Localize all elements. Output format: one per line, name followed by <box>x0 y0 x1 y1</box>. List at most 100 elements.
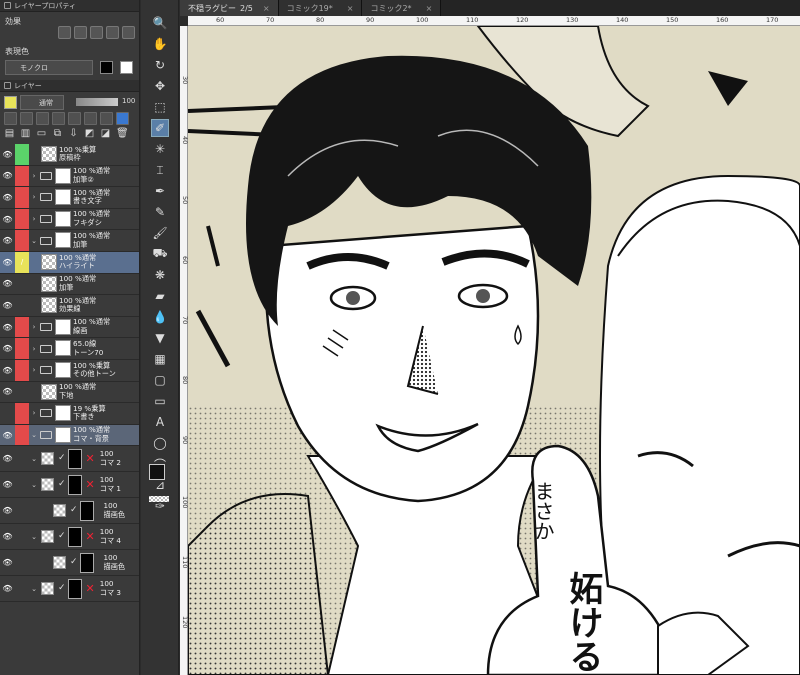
text-icon[interactable]: A <box>151 413 169 431</box>
frame-layer-row[interactable]: 👁 ✓ 100 描画色 <box>0 550 139 577</box>
layer-color-tag[interactable] <box>15 187 29 208</box>
layer-color-tag[interactable] <box>15 424 29 446</box>
pencil-icon[interactable]: ✎ <box>151 203 169 221</box>
ruler-icon[interactable] <box>100 112 113 125</box>
layer-color-tag[interactable] <box>15 524 29 550</box>
auto-select-icon[interactable]: ✳ <box>151 140 169 158</box>
chevron-right-icon[interactable]: › <box>29 166 39 187</box>
eye-icon[interactable]: 👁 <box>0 382 15 403</box>
chevron-down-icon[interactable]: ⌄ <box>29 230 39 251</box>
effect-tone-button[interactable] <box>74 26 87 39</box>
draft-layer-icon[interactable] <box>52 112 65 125</box>
ruler-off-icon[interactable]: ✕ <box>86 582 95 601</box>
layer-color-tag[interactable] <box>15 273 29 295</box>
frame-layer-row[interactable]: 👁 ⌄ ✓ ✕ 100 コマ 1 <box>0 472 139 499</box>
new-vector-layer-icon[interactable]: ▥ <box>20 128 31 139</box>
ruler-off-icon[interactable]: ✕ <box>86 452 95 471</box>
layer-color-tag[interactable] <box>15 403 29 424</box>
layer-color-tag[interactable] <box>15 165 29 187</box>
layer-color-tag[interactable] <box>15 472 29 498</box>
effect-border-button[interactable] <box>58 26 71 39</box>
layer-color-tag[interactable] <box>15 316 29 338</box>
layer-color-tag[interactable]: / <box>15 251 29 273</box>
frame-icon[interactable]: ▭ <box>151 392 169 410</box>
apply-mask-icon[interactable]: ◪ <box>100 128 111 139</box>
merge-down-icon[interactable]: ⇩ <box>68 128 79 139</box>
eye-icon[interactable]: 👁 <box>0 472 15 497</box>
layer-color-icon[interactable] <box>116 112 129 125</box>
decoration-icon[interactable]: ❋ <box>151 266 169 284</box>
eye-icon[interactable]: 👁 <box>0 338 15 359</box>
document-tab[interactable]: 不穏ラグビー 2/5 × <box>180 0 279 16</box>
layer-color-tag[interactable] <box>15 576 29 602</box>
layer-row[interactable]: 👁 ⌄ 100 %通常 加筆 <box>0 230 139 252</box>
canvas[interactable]: まさか 妬ける <box>188 26 800 675</box>
eye-icon[interactable]: 👁 <box>0 524 15 549</box>
gradient-icon[interactable]: ▦ <box>151 350 169 368</box>
close-icon[interactable]: × <box>263 4 270 13</box>
frame-layer-row[interactable]: 👁 ⌄ ✓ ✕ 100 コマ 3 <box>0 576 139 603</box>
document-tab[interactable]: コミック19* × <box>278 0 363 16</box>
layer-row[interactable]: 👁 100 %通常 加筆 <box>0 273 139 296</box>
move-icon[interactable]: ✥ <box>151 77 169 95</box>
eye-icon[interactable]: 👁 <box>0 187 15 208</box>
layer-row[interactable]: 👁/ 100 %通常 ハイライト <box>0 251 139 274</box>
add-mask-icon[interactable]: ◩ <box>84 128 95 139</box>
effect-color-button[interactable] <box>90 26 103 39</box>
layer-color-tag[interactable] <box>15 446 29 472</box>
document-tab[interactable]: コミック2* × <box>362 0 442 16</box>
copy-layer-icon[interactable]: ⧉ <box>52 128 63 139</box>
chevron-right-icon[interactable]: › <box>29 209 39 230</box>
layer-color-swatch[interactable] <box>4 96 17 109</box>
layer-row[interactable]: 👁 100 %通常 効果線 <box>0 295 139 317</box>
main-color-swatch[interactable] <box>149 464 165 480</box>
eraser-icon[interactable]: ▰ <box>151 287 169 305</box>
chevron-down-icon[interactable] <box>29 550 51 575</box>
display-color-black-swatch[interactable] <box>100 61 113 74</box>
mask-icon[interactable] <box>84 112 97 125</box>
eye-icon[interactable]: 👁 <box>0 295 15 316</box>
chevron-right-icon[interactable]: › <box>29 317 39 338</box>
display-color-select[interactable]: モノクロ <box>5 60 93 75</box>
rotate-icon[interactable]: ↻ <box>151 56 169 74</box>
ruler-off-icon[interactable]: ✕ <box>86 478 95 497</box>
layer-row[interactable]: 👁 › 100 %乗算 その他トーン <box>0 359 139 382</box>
lock-transparency-icon[interactable] <box>4 112 17 125</box>
selection-icon[interactable]: ⬚ <box>151 98 169 116</box>
chevron-down-icon[interactable]: ⌄ <box>29 576 39 601</box>
blend-icon[interactable]: 💧 <box>151 308 169 326</box>
eye-icon[interactable]: 👁 <box>0 252 15 273</box>
delete-layer-icon[interactable]: 🗑 <box>116 128 129 139</box>
layer-color-tag[interactable] <box>15 381 29 403</box>
new-folder-icon[interactable]: ▭ <box>36 128 47 139</box>
eye-icon[interactable]: 👁 <box>0 230 15 251</box>
figure-icon[interactable]: ▢ <box>151 371 169 389</box>
layer-color-tag[interactable] <box>15 359 29 381</box>
layer-row[interactable]: 👁 › 100 %通常 書き文字 <box>0 187 139 209</box>
layer-color-tag[interactable] <box>15 144 29 165</box>
zoom-icon[interactable]: 🔍 <box>151 14 169 32</box>
lock-layer-icon[interactable] <box>68 112 81 125</box>
eye-icon[interactable]: 👁 <box>0 274 15 295</box>
clip-layer-icon[interactable] <box>20 112 33 125</box>
chevron-down-icon[interactable]: ⌄ <box>29 425 39 446</box>
ruler-off-icon[interactable]: ✕ <box>86 530 95 549</box>
display-color-white-swatch[interactable] <box>120 61 133 74</box>
close-icon[interactable]: × <box>426 4 433 13</box>
layer-row[interactable]: 👁 100 %乗算 原稿枠 <box>0 144 139 166</box>
eye-icon[interactable]: 👁 <box>0 360 15 381</box>
brush-icon[interactable]: 🖌 <box>151 224 169 242</box>
layer-color-tag[interactable] <box>15 498 29 524</box>
transparent-color-swatch[interactable] <box>149 496 169 502</box>
eye-icon[interactable]: 👁 <box>0 498 15 523</box>
eye-icon[interactable]: 👁 <box>0 166 15 187</box>
chevron-down-icon[interactable]: ⌄ <box>29 472 39 497</box>
layer-row[interactable]: 👁 100 %通常 下地 <box>0 381 139 404</box>
eye-icon[interactable]: 👁 <box>0 144 15 165</box>
chevron-down-icon[interactable]: ⌄ <box>29 446 39 471</box>
layer-row[interactable]: 👁 › 100 %通常 フキダシ <box>0 208 139 231</box>
opacity-slider[interactable] <box>76 98 118 106</box>
eye-icon[interactable]: 👁 <box>0 446 15 471</box>
reference-layer-icon[interactable] <box>36 112 49 125</box>
frame-layer-row[interactable]: 👁 ✓ 100 描画色 <box>0 498 139 525</box>
